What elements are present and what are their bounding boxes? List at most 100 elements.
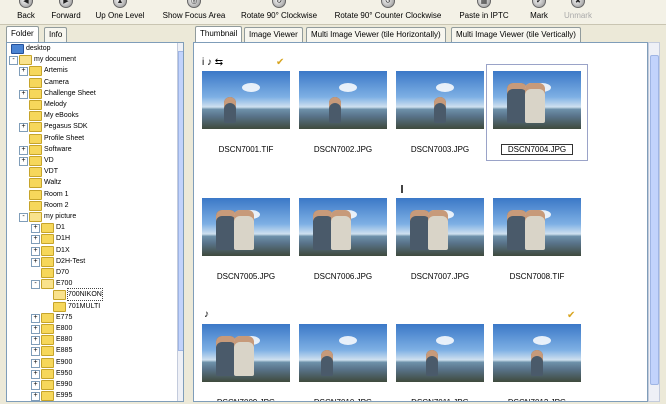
thumbnail-item[interactable]: DSCN7005.JPG	[202, 198, 290, 281]
tree-item[interactable]: + Challenge Sheet	[7, 88, 175, 99]
tree-item[interactable]: Profile Sheet	[7, 133, 175, 144]
forward-button[interactable]: ▶ Forward	[45, 0, 87, 24]
tree-item-label: my document	[34, 56, 77, 64]
expand-icon[interactable]: +	[31, 257, 40, 267]
tree-item[interactable]: VDT	[7, 166, 175, 178]
tree-item-label: Challenge Sheet	[44, 89, 96, 97]
expand-icon[interactable]: +	[19, 67, 28, 77]
thumbnail-scroll-thumb[interactable]	[650, 55, 659, 385]
tab-multi-image-viewer-tile-vertically[interactable]: Multi Image Viewer (tile Vertically)	[451, 27, 581, 42]
thumbnail-filename: DSCN7007.JPG	[396, 272, 484, 281]
tree-item[interactable]: + E995	[7, 390, 175, 401]
tree-item[interactable]: Melody	[7, 99, 175, 110]
tree-item[interactable]: Camera	[7, 77, 175, 88]
tree-item[interactable]: D70	[7, 267, 175, 278]
tree-item[interactable]: + E990	[7, 379, 175, 390]
tab-multi-image-viewer-tile-horizontally[interactable]: Multi Image Viewer (tile Horizontally)	[306, 27, 446, 42]
thumbnail-item[interactable]: DSCN7010.JPG	[299, 324, 387, 401]
tree-item[interactable]: + E950	[7, 368, 175, 379]
rotate-90-counter-clockwise-button[interactable]: ↺ Rotate 90° Counter Clockwise	[319, 0, 458, 24]
tree-item[interactable]: + E900	[7, 357, 175, 368]
tree-item[interactable]: + E800	[7, 323, 175, 334]
folder-icon	[41, 368, 54, 379]
tree-item[interactable]: Room 1	[7, 189, 175, 200]
tree-item[interactable]: - my picture	[7, 211, 175, 222]
tree-item[interactable]: 700NIKON	[7, 288, 175, 302]
tab-thumbnail[interactable]: Thumbnail	[195, 26, 243, 42]
expand-icon[interactable]: +	[31, 381, 40, 390]
rotate-90-clockwise-button[interactable]: ↻ Rotate 90° Clockwise	[228, 0, 330, 24]
folder-icon	[41, 223, 54, 234]
tree-scroll-thumb[interactable]	[178, 51, 183, 351]
expand-icon[interactable]: +	[31, 313, 40, 323]
tree-item-label: E990	[56, 381, 73, 388]
thumbnail-item[interactable]: DSCN7012.JPG ✔	[493, 310, 581, 401]
folder-panel: Folder Info desktop - my document + Artemis Ca…	[4, 26, 186, 402]
tree-item[interactable]: + VD	[7, 155, 175, 166]
tree-item[interactable]: My eBooks	[7, 110, 175, 122]
expand-icon[interactable]: +	[31, 347, 40, 357]
thumbnail-item[interactable]: DSCN7002.JPG	[299, 71, 387, 154]
tree-item-label: Waltz	[44, 179, 62, 187]
tab-info[interactable]: Info	[44, 27, 68, 42]
show-focus-area-button[interactable]: ◎ Show Focus Area	[155, 0, 234, 24]
tree-item[interactable]: + D1H	[7, 233, 175, 245]
mark-icon: ✔	[531, 0, 547, 8]
collapse-icon[interactable]: -	[31, 280, 40, 290]
folder-icon	[29, 189, 42, 200]
thumbnail-item[interactable]: DSCN7006.JPG	[299, 198, 387, 281]
tree-item[interactable]: + D1	[7, 222, 175, 234]
tree-scrollbar[interactable]	[177, 43, 183, 401]
thumbnail-item[interactable]: DSCN7007.JPG	[396, 198, 484, 281]
thumbnail-image	[299, 324, 387, 382]
expand-icon[interactable]: +	[31, 235, 40, 245]
expand-icon[interactable]: +	[19, 157, 28, 166]
expand-icon[interactable]: +	[19, 145, 28, 155]
tree-item[interactable]: + Pegasus SDK	[7, 121, 175, 133]
tree-item[interactable]: + E775	[7, 312, 175, 323]
tree-item[interactable]: desktop	[7, 43, 175, 54]
thumbnail-item[interactable]: DSCN7011.JPG	[396, 324, 484, 401]
tree-item[interactable]: 701MULTI	[7, 301, 175, 312]
tree-item[interactable]: + Artemis	[7, 65, 175, 77]
tree-item[interactable]: Room 2	[7, 200, 175, 211]
unmark-button[interactable]: ✖ Unmark	[559, 0, 597, 24]
tab-folder[interactable]: Folder	[6, 26, 39, 42]
back-button[interactable]: ◀ Back	[12, 0, 40, 24]
tab-image-viewer[interactable]: Image Viewer	[244, 27, 303, 42]
thumbnail-item[interactable]: DSCN7009.JPG ♪	[202, 309, 290, 401]
filename-text: DSCN7001.TIF	[218, 145, 274, 154]
expand-icon[interactable]: +	[31, 246, 40, 256]
thumbnail-item[interactable]: DSCN7001.TIF ✔ i ♪ ⇆	[202, 57, 290, 154]
expand-icon[interactable]: +	[31, 325, 40, 334]
tree-item[interactable]: + D2H-Test	[7, 256, 175, 267]
tree-item[interactable]: - E700	[7, 278, 175, 290]
expand-icon[interactable]: +	[31, 369, 40, 379]
expand-icon[interactable]: +	[31, 358, 40, 368]
expand-icon[interactable]: +	[31, 224, 40, 234]
text-cursor-icon	[401, 185, 403, 193]
tree-item[interactable]: + D1X	[7, 245, 175, 256]
tree-item-label: D1H	[56, 235, 71, 243]
tree-item[interactable]: + E880	[7, 334, 175, 346]
expand-icon[interactable]: +	[19, 89, 28, 99]
expand-icon[interactable]: +	[31, 336, 40, 346]
tree-item-label: Profile Sheet	[44, 134, 85, 142]
tree-item[interactable]: + Software	[7, 144, 175, 155]
tree-item[interactable]: Waltz	[7, 177, 175, 189]
mark-button[interactable]: ✔ Mark	[525, 0, 553, 24]
up-one-level-button[interactable]: ▲ Up One Level	[87, 0, 152, 24]
thumbnail-item[interactable]: DSCN7004.JPG	[486, 64, 588, 161]
expand-icon[interactable]: +	[19, 123, 28, 133]
thumbnail-scrollbar[interactable]	[648, 42, 660, 402]
tree-item[interactable]: + E885	[7, 345, 175, 357]
thumbnail-item[interactable]: DSCN7003.JPG	[396, 71, 484, 154]
thumbnail-item[interactable]: DSCN7008.TIF	[493, 198, 581, 281]
paste-in-iptc-button[interactable]: ▦ Paste in IPTC	[449, 0, 519, 24]
tree-item[interactable]: - my document	[7, 54, 175, 66]
collapse-icon[interactable]: -	[19, 213, 28, 222]
expand-icon[interactable]: +	[31, 392, 40, 401]
folder-icon	[41, 391, 54, 401]
collapse-icon[interactable]: -	[9, 56, 18, 66]
thumbnail-filename: DSCN7005.JPG	[202, 272, 290, 281]
